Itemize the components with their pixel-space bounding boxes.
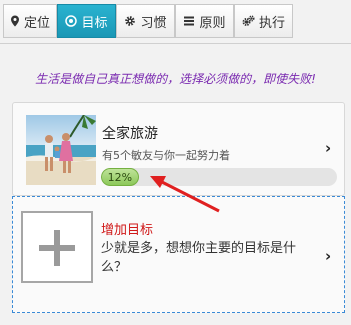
- motto-text: 生活是做自己真正想做的，选择必须做的，即使失败!: [35, 72, 316, 86]
- top-tab-bar: 定位 目标 习惯 原则 执行: [0, 0, 351, 44]
- target-icon: [65, 15, 78, 27]
- chevron-right-icon: ›: [325, 139, 332, 157]
- tab-label: 原则: [199, 15, 226, 31]
- goal-progress-bar: 12%: [101, 168, 337, 186]
- goal-subtitle: 有5个敏友与你一起努力着: [102, 149, 230, 162]
- tab-label: 习惯: [140, 15, 167, 31]
- add-goal-plus-icon[interactable]: [21, 211, 93, 283]
- tab-locate[interactable]: 定位: [3, 4, 57, 38]
- gears-icon: [242, 15, 255, 27]
- tab-goals[interactable]: 目标: [57, 4, 116, 38]
- tab-label: 定位: [23, 15, 50, 31]
- map-pin-icon: [10, 15, 20, 27]
- list-icon: [183, 15, 195, 27]
- tab-execute[interactable]: 执行: [234, 4, 293, 38]
- gear-icon: [124, 15, 136, 27]
- goal-card[interactable]: 全家旅游 有5个敏友与你一起努力着 12% ›: [12, 102, 345, 196]
- tab-label: 目标: [81, 15, 108, 31]
- chevron-right-icon: ›: [325, 247, 332, 265]
- add-goal-card[interactable]: 增加目标 少就是多，想想你主要的目标是什么？ ›: [12, 196, 345, 313]
- goal-title: 全家旅游: [102, 126, 158, 142]
- add-goal-description: 少就是多，想想你主要的目标是什么？: [101, 241, 297, 275]
- add-goal-title: 增加目标: [101, 223, 154, 238]
- goal-progress-fill: 12%: [101, 168, 139, 186]
- goal-progress-label: 12%: [107, 170, 133, 184]
- goal-photo: [26, 115, 96, 185]
- tab-principles[interactable]: 原则: [175, 4, 234, 38]
- tab-label: 执行: [258, 15, 285, 31]
- tab-habits[interactable]: 习惯: [116, 4, 175, 38]
